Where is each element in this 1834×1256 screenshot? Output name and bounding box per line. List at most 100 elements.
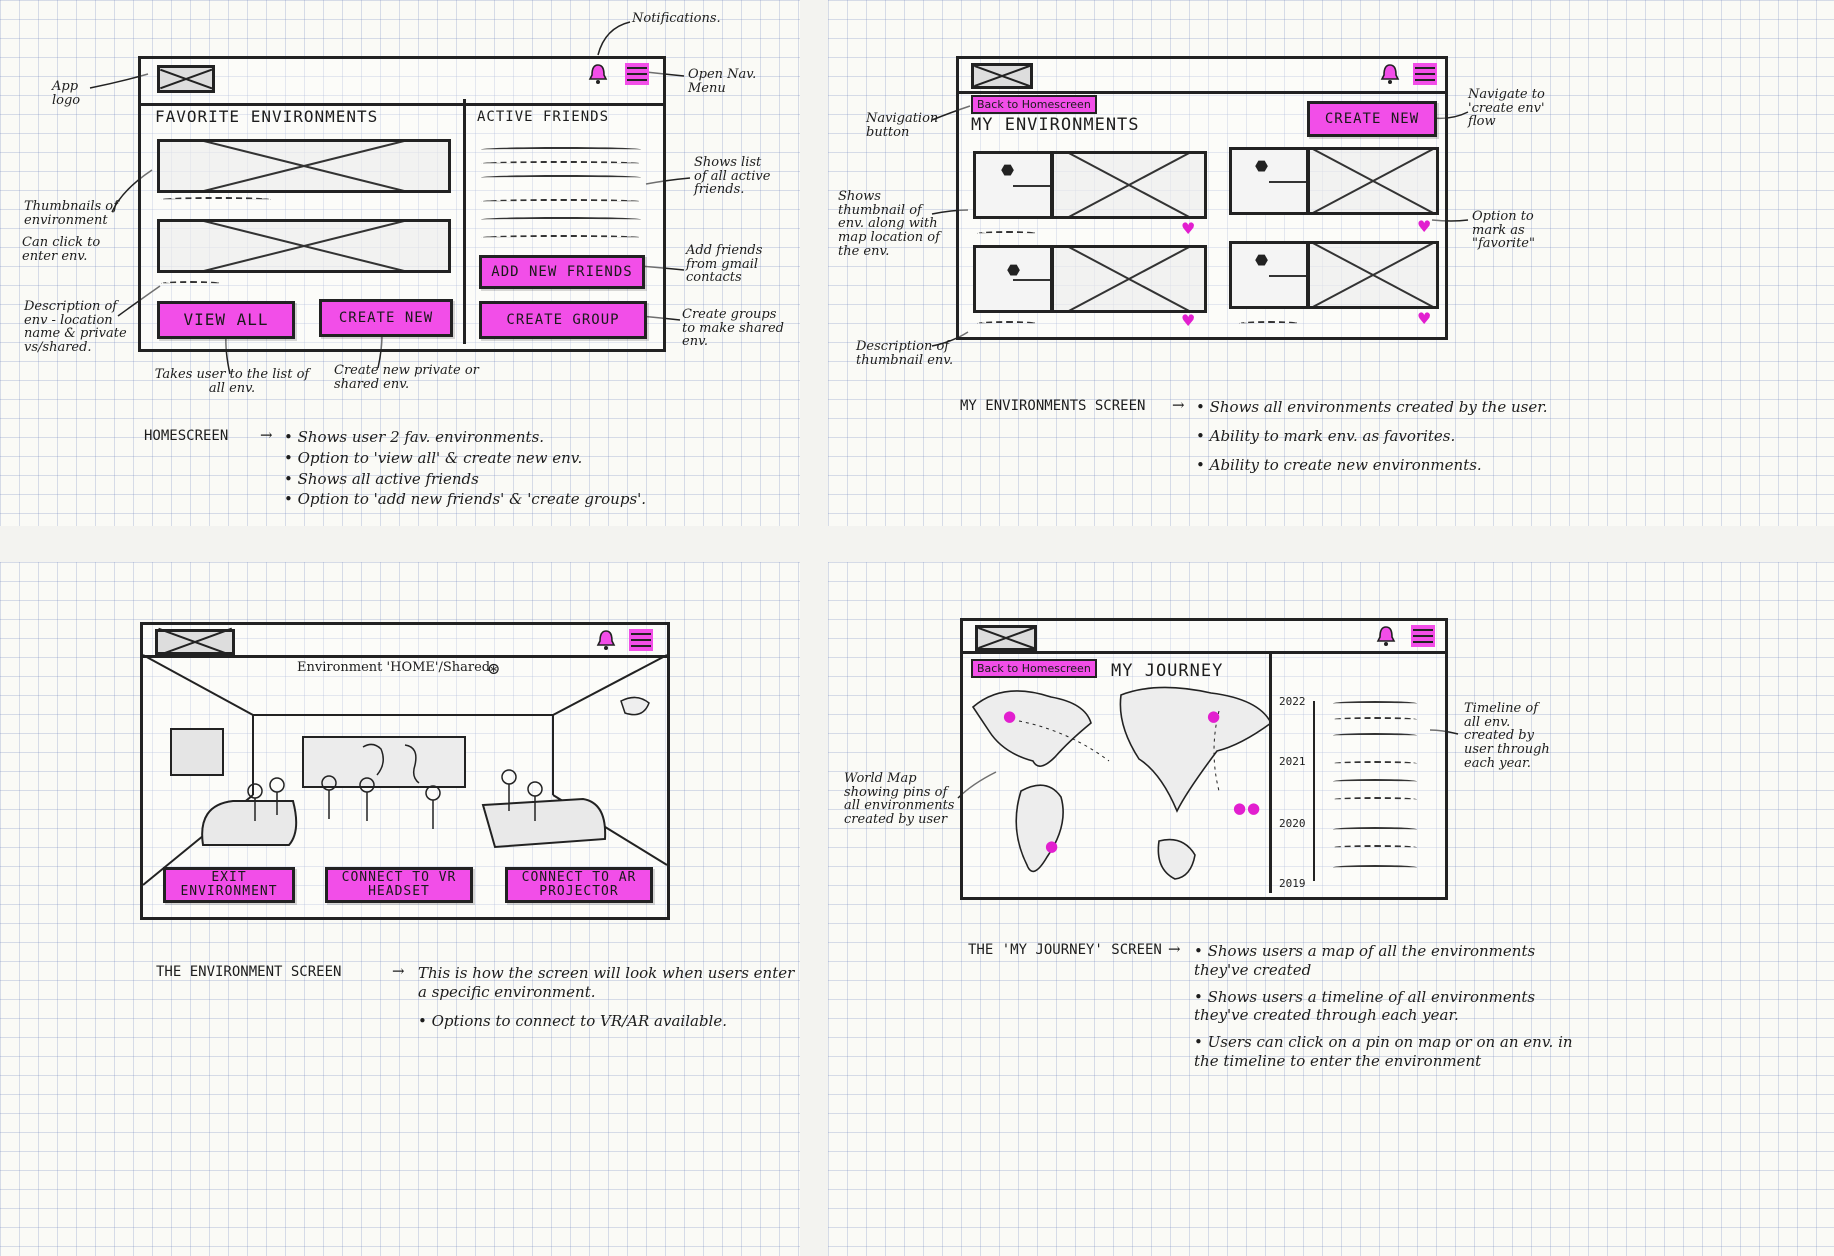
environment-card[interactable]: ⬣: [973, 151, 1207, 219]
app-header: [141, 59, 663, 106]
favorite-description-1: [161, 197, 271, 202]
view-all-button[interactable]: VIEW ALL: [157, 301, 295, 339]
thumbnail-map-note: Shows thumbnail of env. along with map l…: [838, 189, 940, 259]
description-note: Description of env - location name & pri…: [24, 299, 127, 355]
favorite-heart-icon[interactable]: ♥: [1417, 309, 1431, 328]
back-to-homescreen-button[interactable]: Back to Homescreen: [971, 659, 1097, 678]
friend-row: [481, 235, 641, 240]
create-group-button[interactable]: CREATE GROUP: [479, 301, 647, 339]
create-groups-note: Create groups to make shared env.: [682, 307, 784, 350]
map-thumbnail: [1229, 241, 1309, 309]
my-journey-frame: Back to Homescreen MY JOURNEY ● ● ● ● ● …: [960, 618, 1448, 900]
app-logo[interactable]: [971, 63, 1033, 89]
notification-bell-icon[interactable]: [1380, 63, 1400, 85]
timeline-entry[interactable]: [1333, 827, 1417, 832]
thumbnails-note: Thumbnails of environment: [24, 199, 118, 228]
hamburger-menu-icon[interactable]: [625, 63, 649, 85]
hamburger-menu-icon[interactable]: [1413, 63, 1437, 85]
notification-bell-icon[interactable]: [588, 63, 608, 85]
environment-card[interactable]: ⬣: [1229, 147, 1439, 215]
timeline-entry[interactable]: [1333, 865, 1417, 870]
environment-card[interactable]: ⬣: [973, 245, 1207, 313]
environment-thumbnail: [1307, 147, 1439, 215]
my-environments-frame: Back to Homescreen MY ENVIRONMENTS CREAT…: [956, 56, 1448, 340]
caption-points: • Shows users a map of all the environme…: [1194, 942, 1578, 1071]
caption-point: This is how the screen will look when us…: [418, 964, 795, 1001]
caption-point: • Option to 'view all' & create new env.: [284, 448, 583, 467]
environment-thumbnail: [1051, 151, 1207, 219]
caption-label: MY ENVIRONMENTS SCREEN: [960, 398, 1146, 414]
add-new-friends-button[interactable]: ADD NEW FRIENDS: [479, 255, 645, 289]
timeline-note: Timeline of all env. created by user thr…: [1464, 701, 1550, 771]
homescreen-caption: HOMESCREEN → • Shows user 2 fav. environ…: [144, 426, 704, 511]
timeline-axis: [1313, 701, 1315, 881]
timeline-entry[interactable]: [1333, 701, 1417, 706]
notification-bell-icon[interactable]: [1376, 625, 1396, 647]
map-pin-icon: ⬣: [1255, 251, 1269, 269]
friend-row: [481, 217, 641, 222]
view-all-note: Takes user to the list of all env.: [154, 367, 310, 396]
navigation-button-note: Navigation button: [866, 111, 939, 140]
map-pin-icon[interactable]: ●: [1003, 707, 1016, 725]
environment-screen-caption: THE ENVIRONMENT SCREEN → This is how the…: [156, 962, 796, 1032]
map-pin-icon: ⬣: [1001, 161, 1015, 179]
app-logo[interactable]: [157, 65, 215, 93]
map-pin-icon[interactable]: ●: [1045, 837, 1058, 855]
create-new-button[interactable]: CREATE NEW: [1307, 101, 1437, 137]
environment-card[interactable]: ⬣: [1229, 241, 1439, 309]
caption-points: This is how the screen will look when us…: [418, 964, 798, 1030]
hamburger-menu-icon[interactable]: [1411, 625, 1435, 647]
favorite-heart-icon[interactable]: ♥: [1181, 219, 1195, 238]
timeline-entry[interactable]: [1333, 717, 1417, 722]
caption-point: • Options to connect to VR/AR available.: [418, 1011, 728, 1030]
create-new-note: Create new private or shared env.: [334, 363, 479, 392]
favorite-heart-icon[interactable]: ♥: [1417, 217, 1431, 236]
world-map-note: World Map showing pins of all environmen…: [844, 771, 955, 827]
favorite-heart-icon[interactable]: ♥: [1181, 311, 1195, 330]
timeline-year-label: 2020: [1279, 817, 1306, 830]
description-note: Description of thumbnail env.: [856, 339, 954, 368]
connect-ar-projector-button[interactable]: CONNECT TO AR PROJECTOR: [505, 867, 653, 903]
friend-row: [481, 161, 641, 166]
app-logo[interactable]: [975, 625, 1037, 651]
map-pin-icon[interactable]: ●: [1233, 799, 1246, 817]
timeline-entry[interactable]: [1333, 845, 1417, 850]
homescreen-sketch: Notifications. FAVORITE ENVIRONMENTS ACT…: [0, 0, 800, 526]
caption-points: • Shows all environments created by the …: [1196, 398, 1600, 474]
create-new-button[interactable]: CREATE NEW: [319, 299, 453, 337]
add-friends-note: Add friends from gmail contacts: [686, 243, 763, 286]
homescreen-frame: FAVORITE ENVIRONMENTS ACTIVE FRIENDS ADD…: [138, 56, 666, 352]
caption-points: • Shows user 2 fav. environments. • Opti…: [284, 428, 704, 509]
timeline-divider: [1269, 653, 1272, 893]
app-logo-note: App logo: [52, 79, 81, 108]
column-divider: [463, 99, 466, 344]
timeline-entry[interactable]: [1333, 779, 1417, 784]
caption-label: THE ENVIRONMENT SCREEN: [156, 964, 342, 980]
favorite-description-2: [161, 281, 221, 286]
caption-label: THE 'MY JOURNEY' SCREEN: [968, 942, 1162, 958]
favorite-thumbnail-2[interactable]: [157, 219, 451, 273]
map-pin-icon[interactable]: ●: [1207, 707, 1220, 725]
caption-point: • Users can click on a pin on map or on …: [1194, 1033, 1573, 1070]
connect-vr-headset-button[interactable]: CONNECT TO VR HEADSET: [325, 867, 473, 903]
environment-description: [977, 321, 1037, 326]
back-to-homescreen-button[interactable]: Back to Homescreen: [971, 95, 1097, 114]
caption-point: • Shows users a timeline of all environm…: [1194, 987, 1536, 1025]
caption-point: • Shows user 2 fav. environments.: [284, 428, 545, 446]
exit-environment-button[interactable]: EXIT ENVIRONMENT: [163, 867, 295, 903]
timeline-entry[interactable]: [1333, 733, 1417, 738]
map-pin-icon[interactable]: ●: [1247, 799, 1260, 817]
favorites-heading: FAVORITE ENVIRONMENTS: [155, 107, 379, 126]
friends-list-note: Shows list of all active friends.: [694, 155, 771, 198]
timeline-year-label: 2022: [1279, 695, 1306, 708]
map-thumbnail: [973, 245, 1053, 313]
environment-thumbnail: [1051, 245, 1207, 313]
my-journey-sketch: Back to Homescreen MY JOURNEY ● ● ● ● ● …: [828, 562, 1834, 1256]
click-to-enter-note: Can click to enter env.: [22, 235, 101, 264]
timeline-entry[interactable]: [1333, 761, 1417, 766]
environment-thumbnail: [1307, 241, 1439, 309]
favorite-thumbnail-1[interactable]: [157, 139, 451, 193]
caption-point: • Ability to mark env. as favorites.: [1196, 426, 1456, 445]
page-title: MY ENVIRONMENTS: [971, 115, 1140, 135]
timeline-entry[interactable]: [1333, 797, 1417, 802]
